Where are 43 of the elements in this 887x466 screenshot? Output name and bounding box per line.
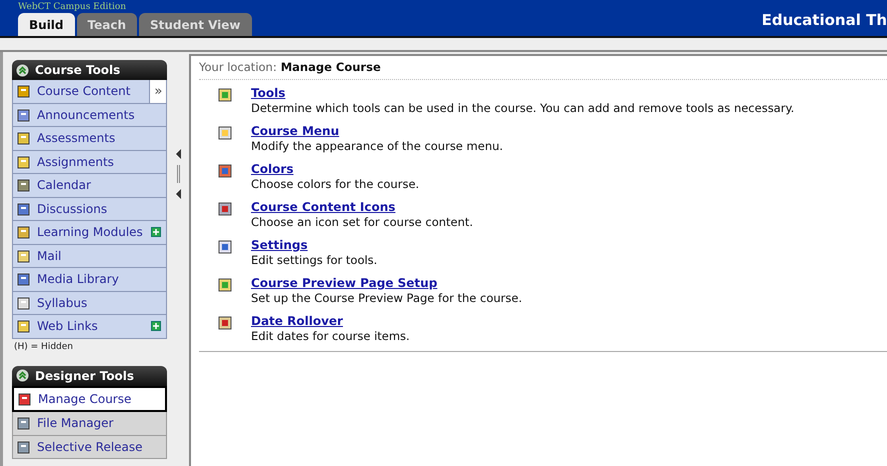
collapse-icon[interactable] [16, 64, 29, 76]
sidebar-item[interactable]: File Manager [12, 412, 168, 436]
location-value: Manage Course [280, 60, 381, 74]
sidebar-item[interactable]: Discussions [12, 198, 168, 221]
tool-description: Determine which tools can be used in the course. You can add and remove tools as necessary. [251, 101, 794, 115]
tool-link[interactable]: Course Preview Page Setup [251, 276, 438, 291]
expand-button[interactable]: » [149, 80, 166, 102]
section-title: Designer Tools [35, 368, 134, 382]
course-title: Educational Th [762, 11, 887, 31]
tool-link[interactable]: Colors [251, 162, 294, 177]
sidebar-item[interactable]: Assessments [12, 127, 168, 150]
collapse-icon[interactable] [16, 369, 29, 382]
sidebar-item[interactable]: Assignments [12, 150, 168, 174]
tool-link[interactable]: Course Content Icons [251, 200, 396, 215]
sidebar-item[interactable]: Web Links [12, 315, 168, 338]
sidebar-item[interactable]: Course Content » [12, 80, 168, 104]
logo-text: WebCT Campus Edition [18, 2, 128, 13]
legend-note: (H) = Hidden [14, 342, 74, 352]
sidebar-item[interactable]: Manage Course [12, 386, 168, 412]
tool-description: Edit settings for tools. [251, 253, 378, 267]
sidebar-item[interactable]: Selective Release [12, 436, 168, 459]
sidebar-item[interactable]: Announcements [12, 104, 168, 127]
sidebar-item[interactable]: Calendar [12, 174, 168, 198]
section-header[interactable]: Course Tools [12, 60, 168, 80]
tool-link[interactable]: Settings [251, 238, 308, 253]
sidebar-item[interactable]: Media Library [12, 268, 168, 292]
tool-description: Modify the appearance of the course menu. [251, 139, 504, 153]
location-label: Your location: [199, 60, 277, 74]
tool-description: Choose an icon set for course content. [251, 215, 474, 229]
sidebar-item[interactable]: Learning Modules [12, 221, 168, 244]
tab[interactable]: Build [18, 13, 75, 36]
sidebar-item[interactable]: Syllabus [12, 292, 168, 315]
section-title: Course Tools [35, 63, 120, 77]
tool-description: Set up the Course Preview Page for the course. [251, 291, 522, 305]
sidebar-item[interactable]: Mail [12, 244, 168, 268]
tab[interactable]: Student View [139, 13, 252, 36]
section-header[interactable]: Designer Tools [12, 366, 168, 386]
tab[interactable]: Teach [76, 13, 137, 36]
tool-description: Choose colors for the course. [251, 177, 420, 191]
tool-link[interactable]: Date Rollover [251, 314, 343, 329]
tool-link[interactable]: Course Menu [251, 124, 340, 139]
tool-description: Edit dates for course items. [251, 329, 410, 343]
tool-link[interactable]: Tools [251, 86, 286, 101]
